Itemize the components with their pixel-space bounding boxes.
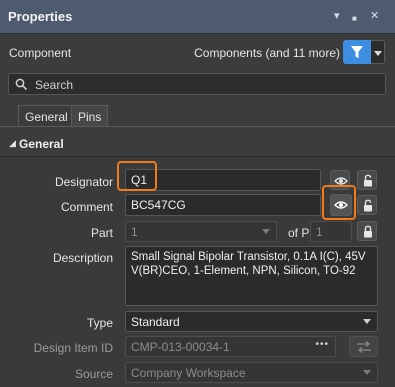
section-label: General [19, 137, 64, 151]
designator-highlight [117, 161, 157, 191]
design-item-id-field: CMP-013-00034-1 ••• [125, 336, 336, 357]
search-placeholder: Search [35, 78, 74, 92]
component-label: Component [9, 46, 72, 60]
comment-value: BC547CG [131, 198, 186, 212]
tab-bar: General Pins [0, 105, 395, 127]
search-input[interactable]: Search [8, 73, 386, 95]
filter-button[interactable] [343, 40, 371, 64]
chevron-down-icon [363, 370, 371, 375]
title-bar: Properties ▾ ■ ✕ [0, 0, 395, 34]
source-label: Source [74, 367, 113, 381]
description-value: Small Signal Bipolar Transistor, 0.1A I(… [131, 251, 366, 277]
part-value: 1 [131, 225, 138, 239]
comment-lock-button[interactable] [357, 195, 377, 215]
design-item-id-value: CMP-013-00034-1 [131, 340, 230, 354]
type-label: Type [86, 316, 113, 330]
unlock-icon [364, 174, 372, 187]
component-row: Component Components (and 11 more) [0, 34, 395, 72]
panel-title: Properties [8, 9, 73, 24]
component-selection-value: Components (and 11 more) [194, 46, 340, 60]
designator-lock-button[interactable] [357, 170, 377, 190]
chevron-down-icon [363, 319, 371, 324]
source-select: Company Workspace [125, 362, 378, 383]
lock-icon [364, 225, 372, 238]
tab-divider [0, 126, 395, 127]
panel-close-button[interactable]: ✕ [370, 9, 379, 23]
panel-pin-button[interactable]: ■ [352, 12, 357, 26]
parts-count-field: 1 [310, 221, 352, 242]
tab-pins[interactable]: Pins [71, 105, 109, 127]
comment-visibility-highlight [322, 185, 356, 220]
tab-pins-label: Pins [78, 110, 102, 124]
description-field[interactable]: Small Signal Bipolar Transistor, 0.1A I(… [125, 246, 378, 306]
search-icon [15, 78, 28, 91]
parts-count-value: 1 [316, 225, 323, 239]
browse-button[interactable]: ••• [315, 339, 329, 350]
source-value: Company Workspace [131, 366, 246, 380]
swap-arrows-icon [357, 341, 371, 353]
type-select[interactable]: Standard [125, 311, 378, 332]
chevron-down-icon [374, 51, 382, 56]
tab-general-label: General [25, 110, 68, 124]
part-label: Part [90, 226, 113, 240]
part-select[interactable]: 1 [125, 221, 277, 242]
type-value: Standard [131, 315, 180, 329]
collapse-arrow-icon: ◢ [9, 138, 16, 148]
filter-dropdown-button[interactable] [371, 40, 385, 64]
designator-label: Designator [54, 175, 113, 189]
design-item-id-label: Design Item ID [33, 341, 113, 355]
filter-icon [351, 46, 363, 58]
unlock-icon [364, 199, 372, 212]
swap-button[interactable] [349, 336, 378, 357]
description-label: Description [52, 251, 113, 265]
tab-general[interactable]: General [18, 105, 75, 127]
section-header-general[interactable]: ◢ General [0, 133, 395, 155]
chevron-down-icon [262, 229, 270, 234]
comment-field[interactable]: BC547CG [125, 194, 321, 216]
panel-menu-button[interactable]: ▾ [334, 9, 340, 23]
part-lock-button[interactable] [357, 221, 377, 241]
comment-label: Comment [60, 200, 113, 214]
